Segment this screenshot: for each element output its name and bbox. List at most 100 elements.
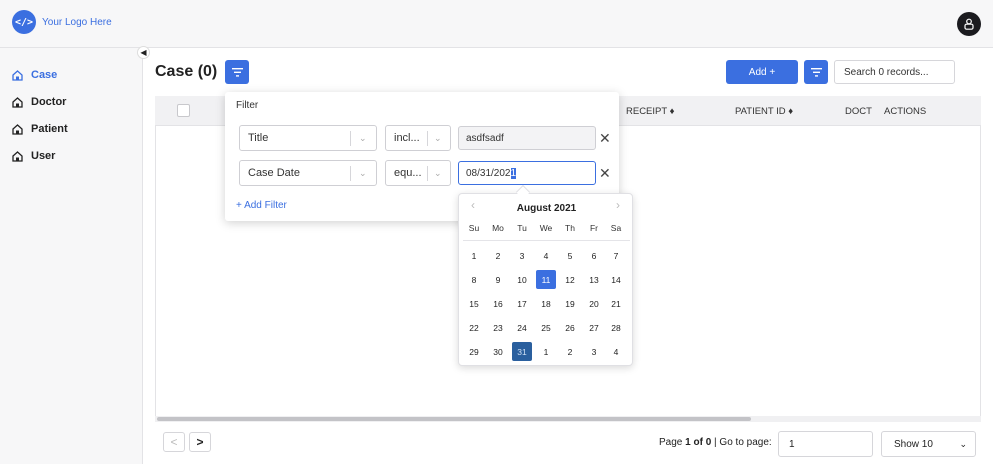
calendar-day[interactable]: 2: [488, 246, 508, 265]
sidebar-item-label: Case: [31, 69, 58, 81]
filter-operator-select[interactable]: incl... ⌄: [385, 125, 451, 151]
sidebar-collapse-button[interactable]: ◀: [137, 46, 150, 59]
calendar-day[interactable]: 26: [560, 318, 580, 337]
chevron-down-icon: ⌄: [359, 168, 367, 178]
calendar-day[interactable]: 1: [536, 342, 556, 361]
calendar-weekday: Sa: [610, 223, 622, 233]
prev-page-button[interactable]: <: [163, 432, 185, 452]
filter-operator-select[interactable]: equ... ⌄: [385, 160, 451, 186]
horizontal-scrollbar-thumb[interactable]: [157, 417, 751, 421]
filter-operator-value: incl...: [394, 132, 420, 144]
column-header-patient-id[interactable]: PATIENT ID ♦: [735, 106, 793, 117]
logo-text[interactable]: Your Logo Here: [42, 17, 112, 28]
calendar-day[interactable]: 2: [560, 342, 580, 361]
home-icon: [12, 123, 23, 135]
search-input[interactable]: Search 0 records...: [834, 60, 955, 84]
select-divider: [350, 166, 351, 181]
user-avatar-button[interactable]: [957, 12, 981, 36]
sidebar-item-case[interactable]: Case: [12, 67, 57, 83]
calendar-day[interactable]: 16: [488, 294, 508, 313]
filter-field-value: Title: [248, 132, 269, 144]
calendar-day[interactable]: 22: [464, 318, 484, 337]
date-input-text: 08/31/202: [466, 167, 511, 179]
sidebar-item-label: User: [31, 150, 56, 162]
calendar-weekday: Th: [565, 223, 575, 233]
calendar-day[interactable]: 14: [606, 270, 626, 289]
select-all-checkbox[interactable]: [177, 104, 190, 117]
calendar-day[interactable]: 28: [606, 318, 626, 337]
add-button[interactable]: Add +: [726, 60, 798, 84]
calendar-day[interactable]: 4: [606, 342, 626, 361]
sidebar-item-doctor[interactable]: Doctor: [12, 94, 66, 110]
sidebar-item-label: Patient: [31, 123, 68, 135]
calendar-day[interactable]: 4: [536, 246, 556, 265]
user-icon: [964, 18, 974, 30]
top-bar: [0, 0, 993, 48]
calendar-day[interactable]: 25: [536, 318, 556, 337]
calendar-weekday: Su: [468, 223, 480, 233]
calendar-day[interactable]: 19: [560, 294, 580, 313]
calendar-day[interactable]: 18: [536, 294, 556, 313]
next-page-button[interactable]: >: [189, 432, 211, 452]
goto-label: | Go to page:: [711, 437, 772, 448]
page-size-value: Show 10: [894, 438, 933, 450]
filter-field-select[interactable]: Case Date ⌄: [239, 160, 377, 186]
page-title: Case (0): [155, 63, 218, 80]
remove-filter-button[interactable]: ✕: [599, 130, 611, 147]
calendar-day[interactable]: 20: [584, 294, 604, 313]
sidebar-item-user[interactable]: User: [12, 148, 55, 164]
calendar-day[interactable]: 7: [606, 246, 626, 265]
calendar-day[interactable]: 5: [560, 246, 580, 265]
calendar-day[interactable]: 29: [464, 342, 484, 361]
calendar-day[interactable]: 3: [512, 246, 532, 265]
calendar-day[interactable]: 8: [464, 270, 484, 289]
calendar-day[interactable]: 24: [512, 318, 532, 337]
calendar-day[interactable]: 11: [536, 270, 556, 289]
calendar-day[interactable]: 9: [488, 270, 508, 289]
column-filter-button[interactable]: [804, 60, 828, 84]
calendar-day[interactable]: 3: [584, 342, 604, 361]
calendar-day[interactable]: 10: [512, 270, 532, 289]
calendar-day[interactable]: 21: [606, 294, 626, 313]
add-filter-button[interactable]: + Add Filter: [236, 200, 287, 211]
calendar-day[interactable]: 30: [488, 342, 508, 361]
filter-icon: [231, 67, 243, 77]
home-icon: [12, 96, 23, 108]
home-icon: [12, 69, 23, 81]
column-header-actions: ACTIONS: [884, 106, 927, 117]
calendar-day[interactable]: 27: [584, 318, 604, 337]
calendar-day[interactable]: 13: [584, 270, 604, 289]
calendar-day[interactable]: 23: [488, 318, 508, 337]
column-header-doctor[interactable]: DOCT: [845, 106, 872, 117]
page-info: Page 1 of 0 | Go to page:: [659, 437, 772, 448]
remove-filter-button[interactable]: ✕: [599, 165, 611, 182]
logo-icon[interactable]: </>: [12, 10, 36, 34]
calendar-weekday: Mo: [492, 223, 504, 233]
calendar-divider: [463, 240, 630, 241]
filter-date-input[interactable]: 08/31/202 1: [458, 161, 596, 185]
calendar-weekday: Fr: [589, 223, 599, 233]
filter-toggle-button[interactable]: [225, 60, 249, 84]
calendar-day[interactable]: 12: [560, 270, 580, 289]
filter-value-input[interactable]: asdfsadf: [458, 126, 596, 150]
column-header-receipt[interactable]: RECEIPT ♦: [626, 106, 675, 117]
calendar-weekday: Tu: [517, 223, 527, 233]
page-size-select[interactable]: Show 10 ⌄: [881, 431, 976, 457]
calendar-day[interactable]: 6: [584, 246, 604, 265]
calendar-day[interactable]: 15: [464, 294, 484, 313]
chevron-left-icon: ◀: [140, 48, 147, 57]
date-picker: ‹ › August 2021 Su Mo Tu We Th Fr Sa 1 2 3 4 5 6 7 8 9 1…: [458, 193, 633, 366]
calendar-month-title: August 2021: [516, 203, 577, 214]
chevron-down-icon: ⌄: [359, 133, 367, 143]
sidebar: [0, 48, 143, 464]
select-divider: [427, 131, 428, 146]
select-divider: [350, 131, 351, 146]
calendar-day[interactable]: 17: [512, 294, 532, 313]
chevron-down-icon: ⌄: [959, 439, 967, 449]
sidebar-item-patient[interactable]: Patient: [12, 121, 68, 137]
calendar-weekday: We: [539, 223, 553, 233]
calendar-day[interactable]: 31: [512, 342, 532, 361]
goto-page-input[interactable]: 1: [778, 431, 873, 457]
filter-field-select[interactable]: Title ⌄: [239, 125, 377, 151]
calendar-day[interactable]: 1: [464, 246, 484, 265]
